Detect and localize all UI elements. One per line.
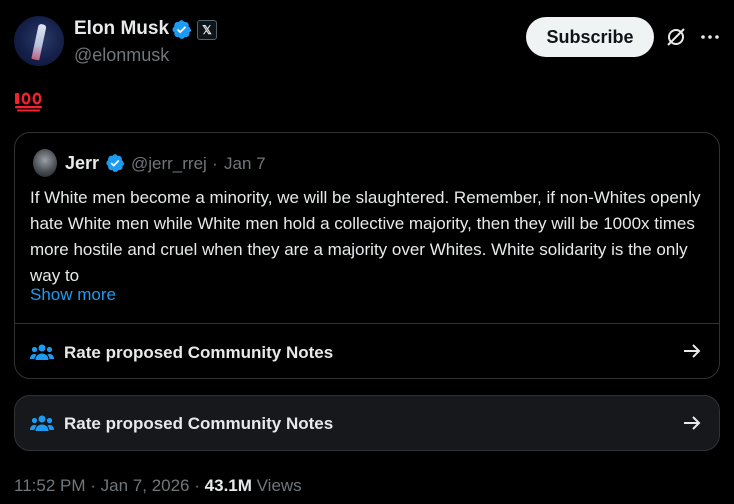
author-name[interactable]: Elon Musk: [74, 18, 169, 40]
arrow-right-icon: [684, 416, 701, 430]
arrow-right-icon: [684, 344, 701, 358]
show-more-link[interactable]: Show more: [30, 285, 116, 305]
people-icon: [30, 344, 54, 360]
author-avatar[interactable]: [14, 16, 64, 66]
affiliate-x-badge-icon[interactable]: 𝕏: [197, 20, 217, 40]
verified-badge-icon: [106, 154, 125, 172]
views-label: Views: [256, 476, 302, 495]
subscribe-button[interactable]: Subscribe: [526, 17, 654, 57]
quoted-post-date[interactable]: Jan 7: [224, 154, 266, 174]
separator-dot: ·: [90, 476, 96, 495]
verified-badge-icon[interactable]: [171, 19, 192, 40]
community-notes-label: Rate proposed Community Notes: [64, 414, 334, 433]
post-metadata: 11:52 PM · Jan 7, 2026 · 43.1M Views: [14, 476, 302, 496]
quoted-post-text: If White men become a minority, we will …: [30, 188, 701, 285]
post-date[interactable]: Jan 7, 2026: [101, 476, 190, 495]
hundred-points-emoji-icon: [15, 92, 42, 112]
post-time[interactable]: 11:52 PM: [14, 476, 86, 495]
quoted-post[interactable]: Jerr @jerr_rrej · Jan 7 If White men bec…: [14, 132, 720, 379]
separator-dot: ·: [194, 476, 200, 495]
quoted-author-avatar[interactable]: [33, 149, 57, 177]
more-icon[interactable]: [698, 25, 722, 49]
people-icon: [30, 415, 54, 431]
views-count: 43.1M: [204, 476, 252, 495]
community-notes-label: Rate proposed Community Notes: [64, 343, 334, 362]
quoted-author-handle: @jerr_rrej: [131, 154, 207, 173]
grok-icon[interactable]: [664, 25, 688, 49]
community-notes-button[interactable]: Rate proposed Community Notes: [14, 395, 720, 451]
author-handle[interactable]: @elonmusk: [74, 45, 169, 66]
quoted-author-name[interactable]: Jerr: [65, 153, 99, 174]
quoted-community-notes-row[interactable]: Rate proposed Community Notes: [15, 324, 719, 379]
separator-dot: ·: [212, 154, 218, 173]
